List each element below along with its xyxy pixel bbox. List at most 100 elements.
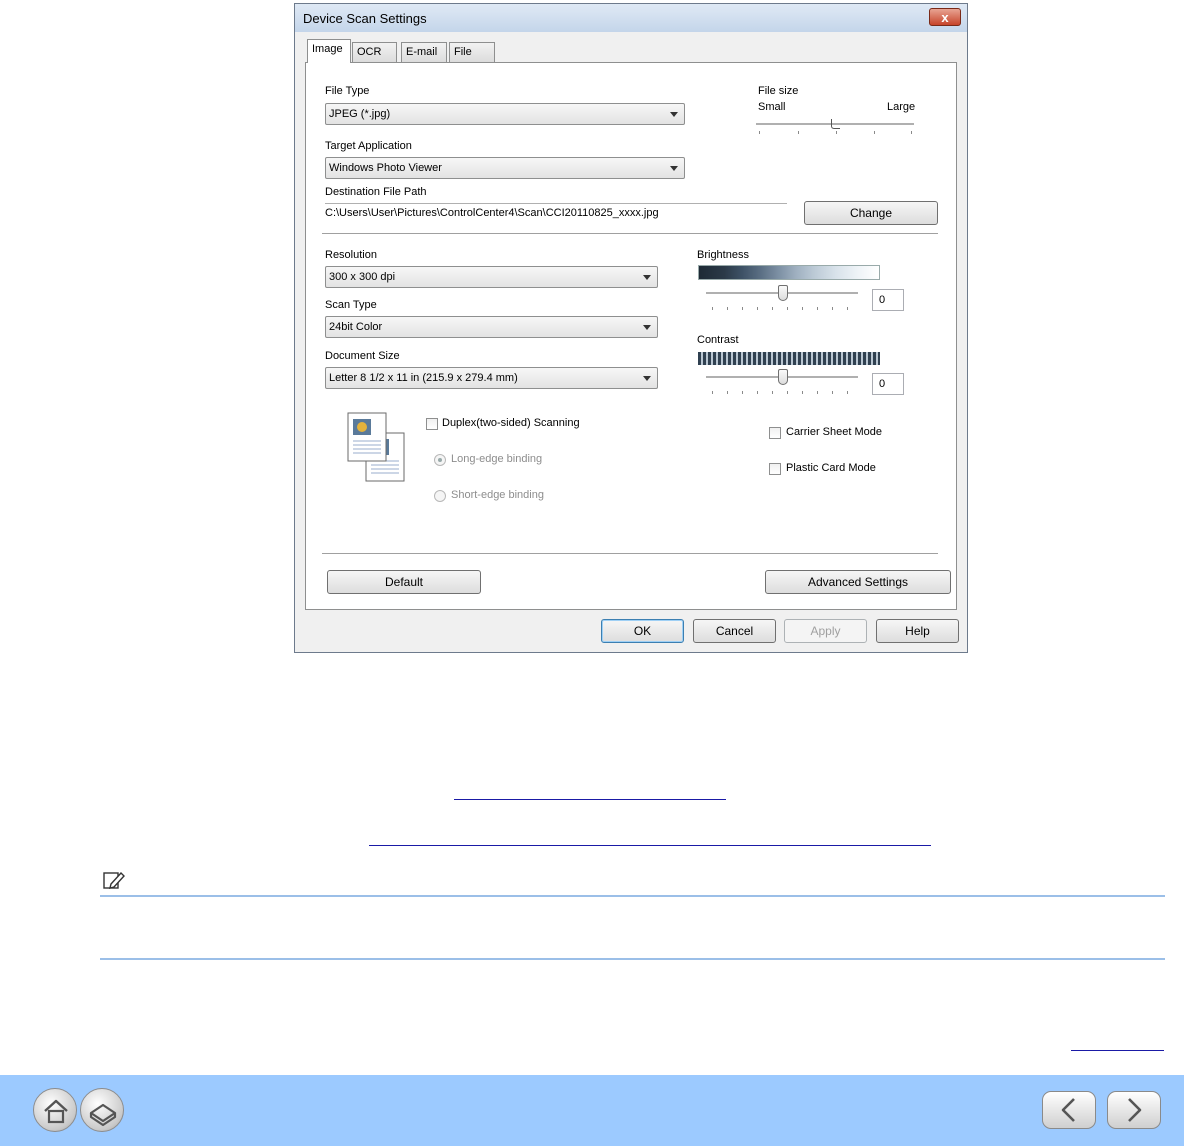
tick — [727, 391, 728, 394]
tick — [759, 131, 760, 134]
destination-path-field[interactable]: C:\Users\User\Pictures\ControlCenter4\Sc… — [325, 203, 787, 222]
dialog-title: Device Scan Settings — [303, 11, 427, 26]
chevron-left-icon — [1061, 1098, 1075, 1122]
previous-page-button[interactable] — [1042, 1091, 1096, 1129]
tick — [874, 131, 875, 134]
title-bar: Device Scan Settings x — [295, 4, 967, 32]
tick — [712, 391, 713, 394]
contrast-slider[interactable] — [706, 369, 858, 397]
tab-image-label: Image — [312, 43, 343, 55]
footer-navigation-bar — [0, 1075, 1184, 1146]
tick — [742, 307, 743, 310]
apply-button[interactable]: Apply — [784, 619, 867, 643]
carrier-sheet-checkbox[interactable] — [769, 427, 781, 439]
target-application-value: Windows Photo Viewer — [329, 162, 442, 174]
hyperlink-underline[interactable] — [454, 799, 726, 800]
tab-ocr-label: OCR — [357, 46, 382, 58]
tick — [742, 391, 743, 394]
home-button[interactable] — [33, 1088, 77, 1132]
close-icon: x — [941, 10, 949, 25]
image-tab-panel: File Type JPEG (*.jpg) File size Small L… — [305, 62, 957, 610]
resolution-value: 300 x 300 dpi — [329, 271, 396, 283]
tab-email-label: E-mail — [406, 46, 438, 58]
target-application-select[interactable]: Windows Photo Viewer — [325, 157, 685, 179]
help-button[interactable]: Help — [876, 619, 959, 643]
duplex-pages-icon — [344, 409, 408, 485]
tick — [911, 131, 912, 134]
tick — [757, 391, 758, 394]
tab-email[interactable]: E-mail — [401, 42, 447, 62]
tab-image[interactable]: Image — [307, 39, 351, 63]
destination-path-value: C:\Users\User\Pictures\ControlCenter4\Sc… — [325, 207, 659, 219]
document-size-select[interactable]: Letter 8 1/2 x 11 in (215.9 x 279.4 mm) — [325, 367, 658, 389]
chevron-down-icon — [643, 325, 651, 330]
file-size-thumb[interactable] — [831, 119, 840, 129]
printer-icon — [89, 1103, 117, 1127]
note-icon — [102, 870, 126, 892]
tick — [772, 391, 773, 394]
file-size-label: File size — [758, 85, 799, 97]
plastic-card-label: Plastic Card Mode — [786, 462, 876, 474]
brightness-label: Brightness — [697, 249, 749, 261]
tick — [802, 391, 803, 394]
tick — [832, 391, 833, 394]
device-scan-settings-dialog: Device Scan Settings x Image OCR E-mail … — [294, 3, 968, 653]
cancel-button[interactable]: Cancel — [693, 619, 776, 643]
tick — [757, 307, 758, 310]
tick — [802, 307, 803, 310]
contrast-pattern — [698, 352, 880, 365]
divider — [322, 553, 938, 555]
advanced-settings-button[interactable]: Advanced Settings — [765, 570, 951, 594]
chevron-down-icon — [670, 112, 678, 117]
file-type-label: File Type — [325, 85, 370, 97]
destination-path-label: Destination File Path — [325, 186, 427, 198]
tab-file[interactable]: File — [449, 42, 495, 62]
tick — [787, 391, 788, 394]
default-button[interactable]: Default — [327, 570, 481, 594]
tab-ocr[interactable]: OCR — [352, 42, 397, 62]
file-type-select[interactable]: JPEG (*.jpg) — [325, 103, 685, 125]
next-page-button[interactable] — [1107, 1091, 1161, 1129]
tick — [836, 131, 837, 134]
hyperlink-underline[interactable] — [369, 845, 931, 846]
duplex-label: Duplex(two-sided) Scanning — [442, 417, 580, 429]
file-size-small-label: Small — [758, 101, 786, 113]
document-size-label: Document Size — [325, 350, 400, 362]
change-button[interactable]: Change — [804, 201, 938, 225]
tab-file-label: File — [454, 46, 472, 58]
tick — [712, 307, 713, 310]
file-type-value: JPEG (*.jpg) — [329, 108, 391, 120]
home-icon — [44, 1099, 68, 1124]
scan-type-select[interactable]: 24bit Color — [325, 316, 658, 338]
chevron-down-icon — [670, 166, 678, 171]
tick — [772, 307, 773, 310]
ok-button[interactable]: OK — [601, 619, 684, 643]
divider — [322, 233, 938, 235]
chevron-right-icon — [1128, 1098, 1142, 1122]
plastic-card-checkbox[interactable] — [769, 463, 781, 475]
brightness-thumb[interactable] — [778, 285, 788, 301]
contrast-value-field[interactable]: 0 — [872, 373, 904, 395]
brightness-slider[interactable] — [706, 285, 858, 313]
file-size-slider[interactable] — [756, 118, 914, 138]
brightness-value-field[interactable]: 0 — [872, 289, 904, 311]
resolution-select[interactable]: 300 x 300 dpi — [325, 266, 658, 288]
contrast-label: Contrast — [697, 334, 739, 346]
resolution-label: Resolution — [325, 249, 377, 261]
short-edge-label: Short-edge binding — [451, 489, 544, 501]
short-edge-radio[interactable] — [434, 490, 446, 502]
top-link-underline[interactable] — [1071, 1050, 1164, 1051]
tick — [727, 307, 728, 310]
long-edge-radio[interactable] — [434, 454, 446, 466]
tick — [847, 307, 848, 310]
note-top-rule — [100, 895, 1165, 897]
tick — [798, 131, 799, 134]
target-application-label: Target Application — [325, 140, 412, 152]
contrast-thumb[interactable] — [778, 369, 788, 385]
close-button[interactable]: x — [929, 8, 961, 26]
duplex-checkbox[interactable] — [426, 418, 438, 430]
note-bottom-rule — [100, 958, 1165, 960]
tick — [787, 307, 788, 310]
tick — [847, 391, 848, 394]
printer-button[interactable] — [80, 1088, 124, 1132]
